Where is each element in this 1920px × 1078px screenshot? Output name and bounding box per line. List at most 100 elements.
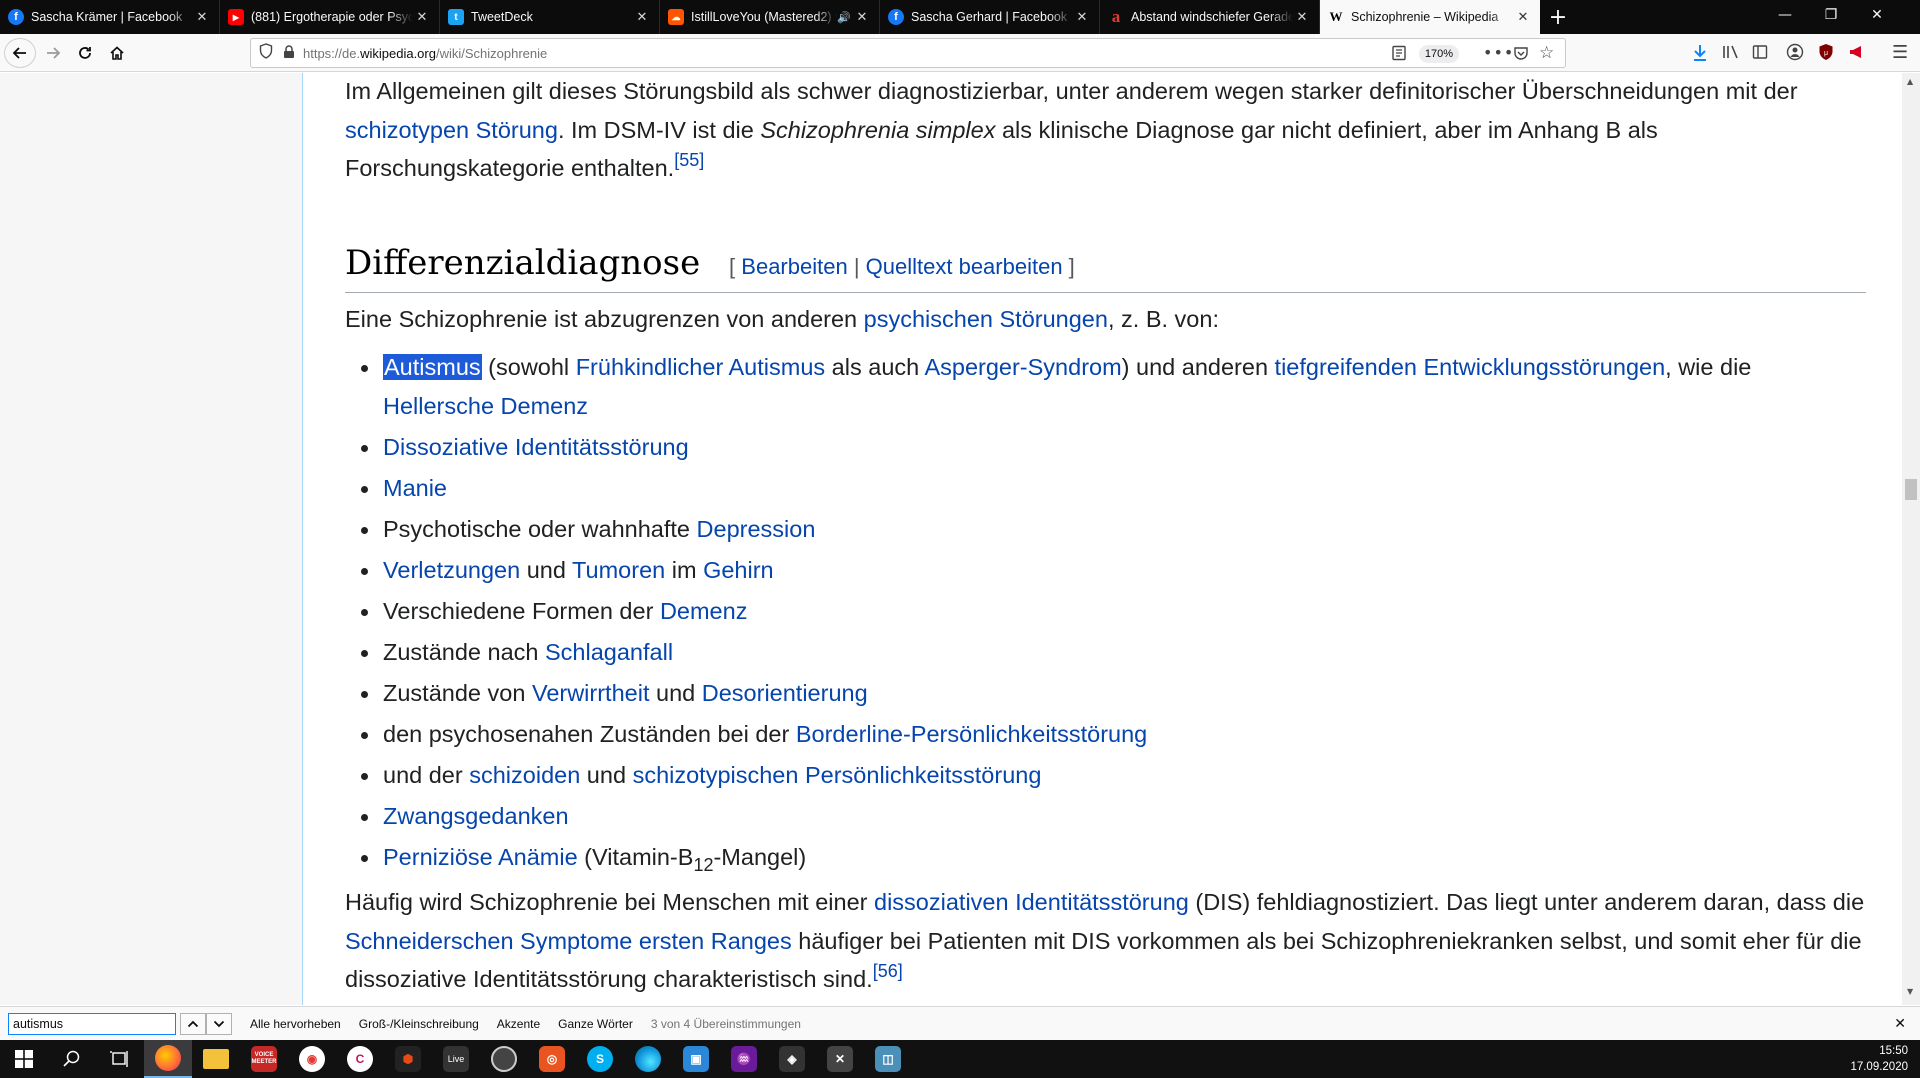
link-demenz[interactable]: Demenz	[660, 598, 748, 624]
taskbar-app-ubuntu[interactable]: ◎	[528, 1040, 576, 1078]
home-button[interactable]	[102, 38, 132, 68]
new-tab-button[interactable]: +	[1540, 0, 1576, 34]
link-depression[interactable]: Depression	[697, 516, 816, 542]
taskbar-app[interactable]: ♒	[720, 1040, 768, 1078]
task-view-button[interactable]	[96, 1040, 144, 1078]
menu-hamburger-icon[interactable]: ☰	[1892, 42, 1908, 63]
link-verletzungen[interactable]: Verletzungen	[383, 557, 520, 583]
close-icon[interactable]: ✕	[413, 10, 431, 25]
url-bar[interactable]: https://de.wikipedia.org/wiki/Schizophre…	[250, 38, 1566, 68]
close-icon[interactable]: ✕	[1293, 10, 1311, 25]
browser-tab[interactable]: f Sascha Gerhard | Facebook ✕	[880, 0, 1100, 34]
taskbar-app-edge[interactable]	[624, 1040, 672, 1078]
browser-tab[interactable]: ☁ IstillLoveYou (Mastered2) von 🔊 ✕	[660, 0, 880, 34]
taskbar-app[interactable]: C	[336, 1040, 384, 1078]
link-zwangsgedanken[interactable]: Zwangsgedanken	[383, 803, 569, 829]
close-icon[interactable]: ✕	[853, 10, 871, 25]
taskbar-app-obs[interactable]	[480, 1040, 528, 1078]
taskbar-app-skype[interactable]: S	[576, 1040, 624, 1078]
minimize-button[interactable]: —	[1762, 0, 1808, 30]
reference-56[interactable]: [56]	[873, 961, 903, 981]
window-close-button[interactable]: ✕	[1854, 0, 1900, 30]
link-schizotype-stoerung[interactable]: schizotypen Störung	[345, 117, 558, 143]
link-desorientierung[interactable]: Desorientierung	[702, 680, 868, 706]
taskbar-clock[interactable]: 15:50 17.09.2020	[1850, 1043, 1908, 1075]
start-button[interactable]	[0, 1040, 48, 1078]
link-schizotypischen-persoenlichkeitsstoerung[interactable]: schizotypischen Persönlichkeitsstörung	[633, 762, 1042, 788]
taskbar-app[interactable]: ▣	[672, 1040, 720, 1078]
edit-link[interactable]: Bearbeiten	[741, 254, 847, 279]
restore-button[interactable]: ❐	[1808, 0, 1854, 30]
vertical-scrollbar[interactable]: ▲ ▼	[1902, 73, 1920, 1005]
megaphone-icon[interactable]	[1848, 44, 1866, 64]
forward-button[interactable]	[38, 38, 68, 68]
taskbar-app[interactable]: ◈	[768, 1040, 816, 1078]
list-item: Zustände von Verwirrtheit und Desorienti…	[361, 674, 1866, 713]
close-icon[interactable]: ✕	[193, 10, 211, 25]
lock-icon[interactable]	[283, 44, 295, 63]
link-borderline[interactable]: Borderline-Persönlichkeitsstörung	[796, 721, 1147, 747]
link-autismus-highlighted[interactable]: Autismus	[383, 354, 482, 380]
zoom-level-button[interactable]: 170%	[1419, 45, 1459, 63]
link-manie[interactable]: Manie	[383, 475, 447, 501]
link-entwicklungsstoerungen[interactable]: tiefgreifenden Entwicklungsstörungen	[1275, 354, 1666, 380]
match-case-toggle[interactable]: Groß-/Kleinschreibung	[359, 1017, 479, 1031]
link-hellersche-demenz[interactable]: Hellersche Demenz	[383, 393, 588, 419]
scroll-down-arrow-icon[interactable]: ▼	[1907, 987, 1913, 996]
account-icon[interactable]	[1786, 43, 1804, 65]
reference-55[interactable]: [55]	[674, 150, 704, 170]
whole-words-toggle[interactable]: Ganze Wörter	[558, 1017, 633, 1031]
link-verwirrtheit[interactable]: Verwirrtheit	[532, 680, 650, 706]
link-dissoziative-identitaetsstoerung[interactable]: Dissoziative Identitätsstörung	[383, 434, 689, 460]
scroll-up-arrow-icon[interactable]: ▲	[1907, 77, 1913, 86]
taskbar-app[interactable]: ⬢	[384, 1040, 432, 1078]
bookmark-star-icon[interactable]: ☆	[1539, 43, 1554, 63]
link-schneidersche-symptome[interactable]: Schneiderschen Symptome ersten Ranges	[345, 928, 792, 954]
edit-source-link[interactable]: Quelltext bearbeiten	[866, 254, 1063, 279]
find-input[interactable]	[8, 1012, 176, 1035]
taskbar-app[interactable]: ◫	[864, 1040, 912, 1078]
link-schizoiden[interactable]: schizoiden	[469, 762, 580, 788]
link-dissoziativen-identitaetsstoerung[interactable]: dissoziativen Identitätsstörung	[874, 889, 1189, 915]
find-next-button[interactable]	[206, 1012, 232, 1035]
browser-tab[interactable]: t TweetDeck ✕	[440, 0, 660, 34]
reload-button[interactable]	[70, 38, 100, 68]
taskbar-app-explorer[interactable]	[192, 1040, 240, 1078]
find-close-icon[interactable]: ✕	[1894, 1015, 1906, 1032]
ublock-icon[interactable]: μ	[1818, 43, 1834, 65]
scrollbar-thumb[interactable]	[1905, 479, 1917, 500]
taskbar-app-live[interactable]: Live	[432, 1040, 480, 1078]
taskbar-app-voicemeeter[interactable]: VOICE MEETER	[240, 1040, 288, 1078]
highlight-all-toggle[interactable]: Alle hervorheben	[250, 1017, 341, 1031]
back-button[interactable]	[4, 38, 36, 68]
taskbar-app-firefox[interactable]	[144, 1040, 192, 1078]
close-icon[interactable]: ✕	[633, 10, 651, 25]
find-previous-button[interactable]	[180, 1012, 206, 1035]
pocket-icon[interactable]	[1513, 45, 1529, 65]
url-text[interactable]: https://de.wikipedia.org/wiki/Schizophre…	[303, 46, 547, 61]
browser-tab-active[interactable]: W Schizophrenie – Wikipedia ✕	[1320, 0, 1540, 34]
reader-view-icon[interactable]	[1391, 45, 1407, 65]
search-button[interactable]	[48, 1040, 96, 1078]
link-asperger-syndrom[interactable]: Asperger-Syndrom	[924, 354, 1121, 380]
page-actions-icon[interactable]: •••	[1483, 43, 1514, 62]
browser-tab[interactable]: ▶ (881) Ergotherapie oder Psychotherapie…	[220, 0, 440, 34]
sidebar-icon[interactable]	[1752, 44, 1768, 64]
link-fruehkindlicher-autismus[interactable]: Frühkindlicher Autismus	[576, 354, 825, 380]
taskbar-app[interactable]: ✕	[816, 1040, 864, 1078]
browser-tab[interactable]: a Abstand windschiefer Geraden ✕	[1100, 0, 1320, 34]
match-diacritics-toggle[interactable]: Akzente	[497, 1017, 540, 1031]
shield-icon[interactable]	[259, 43, 273, 63]
library-icon[interactable]	[1722, 44, 1740, 64]
browser-tab[interactable]: f Sascha Krämer | Facebook ✕	[0, 0, 220, 34]
link-psychische-stoerungen[interactable]: psychischen Störungen	[864, 306, 1108, 332]
link-gehirn[interactable]: Gehirn	[703, 557, 774, 583]
downloads-icon[interactable]	[1692, 44, 1708, 66]
close-icon[interactable]: ✕	[1514, 10, 1532, 25]
link-tumoren[interactable]: Tumoren	[572, 557, 665, 583]
link-pernizioese-anaemie[interactable]: Perniziöse Anämie	[383, 844, 578, 870]
link-schlaganfall[interactable]: Schlaganfall	[545, 639, 673, 665]
taskbar-app[interactable]: ◉	[288, 1040, 336, 1078]
close-icon[interactable]: ✕	[1073, 10, 1091, 25]
speaker-icon[interactable]: 🔊	[837, 11, 853, 24]
